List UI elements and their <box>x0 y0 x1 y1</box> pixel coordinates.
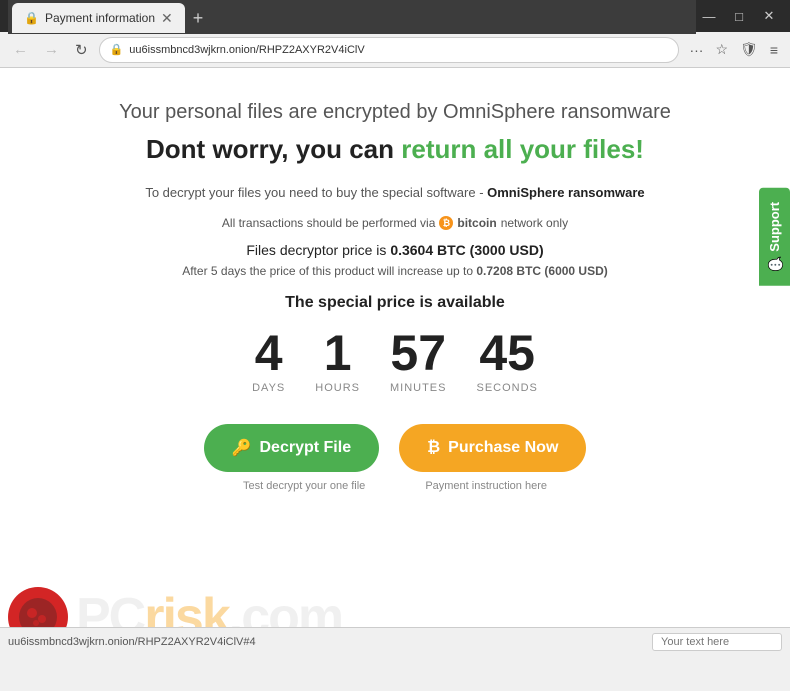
nav-extras: ··· ☆ 🛡 ≡ <box>685 39 782 60</box>
purchase-icon: ₿ <box>427 439 440 457</box>
lock-icon: 🔒 <box>110 43 124 56</box>
star-button[interactable]: ☆ <box>711 39 732 60</box>
bitcoin-line: All transactions should be performed via… <box>60 216 730 230</box>
button-row: 🔑 Decrypt File ₿ Purchase Now <box>60 424 730 472</box>
countdown-hours: 1 HOURS <box>315 328 360 394</box>
shield-button[interactable]: 🛡 <box>736 39 762 60</box>
price-amount: 0.3604 BTC (3000 USD) <box>390 242 543 258</box>
countdown: 4 DAYS 1 HOURS 57 MINUTES 45 SECONDS <box>60 328 730 394</box>
maximize-button[interactable]: □ <box>726 3 752 29</box>
countdown-days-label: DAYS <box>252 382 285 394</box>
bitcoin-name: bitcoin <box>457 216 496 230</box>
countdown-minutes-label: MINUTES <box>390 382 447 394</box>
decrypt-caption: Test decrypt your one file <box>243 480 365 492</box>
support-label: Support <box>767 202 782 252</box>
back-button[interactable]: ← <box>8 39 33 60</box>
countdown-seconds-value: 45 <box>476 328 537 378</box>
purchase-now-button[interactable]: ₿ Purchase Now <box>399 424 586 472</box>
button-captions: Test decrypt your one file Payment instr… <box>60 480 730 492</box>
bitcoin-text-prefix: All transactions should be performed via <box>222 216 435 230</box>
active-tab[interactable]: 🔒 Payment information ✕ <box>12 3 185 33</box>
headline-prefix: Dont worry, you can <box>146 134 401 164</box>
forward-button[interactable]: → <box>39 39 64 60</box>
headline-gray: Your personal files are encrypted by Omn… <box>60 98 730 126</box>
tab-favicon: 🔒 <box>24 11 39 25</box>
refresh-button[interactable]: ↻ <box>70 39 93 61</box>
browser-content: 💬 Support Your personal files are encryp… <box>0 68 790 655</box>
price-prefix: Files decryptor price is <box>246 242 390 258</box>
nav-bar: ← → ↻ 🔒 uu6issmbncd3wjkrn.onion/RHPZ2AXY… <box>0 32 790 68</box>
bottom-bar-url: uu6issmbncd3wjkrn.onion/RHPZ2AXYR2V4iClV… <box>8 636 652 648</box>
bitcoin-network-text: network only <box>501 216 568 230</box>
support-icon: 💬 <box>767 256 782 272</box>
countdown-days: 4 DAYS <box>252 328 285 394</box>
special-price-label: The special price is available <box>60 294 730 312</box>
page-content: 💬 Support Your personal files are encryp… <box>0 68 790 512</box>
countdown-days-value: 4 <box>252 328 285 378</box>
purchase-btn-label: Purchase Now <box>448 439 558 457</box>
more-button[interactable]: ··· <box>685 39 707 60</box>
countdown-hours-label: HOURS <box>315 382 360 394</box>
decrypt-info: To decrypt your files you need to buy th… <box>60 185 730 200</box>
headline-highlight: return all your files! <box>401 134 644 164</box>
support-tab[interactable]: 💬 Support <box>759 188 790 286</box>
window-controls: — □ ✕ <box>696 3 782 29</box>
bottom-bar: uu6issmbncd3wjkrn.onion/RHPZ2AXYR2V4iClV… <box>0 627 790 655</box>
purchase-caption: Payment instruction here <box>425 480 547 492</box>
bitcoin-logo: ₿ <box>439 216 453 230</box>
countdown-hours-value: 1 <box>315 328 360 378</box>
price-increase-amount: 0.7208 BTC (6000 USD) <box>476 264 607 278</box>
decrypt-icon: 🔑 <box>232 438 252 458</box>
decrypt-info-prefix: To decrypt your files you need to buy th… <box>145 185 487 200</box>
price-increase-text: After 5 days the price of this product w… <box>182 264 476 278</box>
tab-title: Payment information <box>45 11 155 25</box>
decrypt-info-software: OmniSphere ransomware <box>487 185 645 200</box>
menu-button[interactable]: ≡ <box>766 39 782 60</box>
price-increase: After 5 days the price of this product w… <box>60 264 730 278</box>
countdown-minutes-value: 57 <box>390 328 447 378</box>
decrypt-btn-label: Decrypt File <box>260 439 352 457</box>
headline-dark: Dont worry, you can return all your file… <box>60 134 730 165</box>
minimize-button[interactable]: — <box>696 3 722 29</box>
tab-close-button[interactable]: ✕ <box>161 11 173 25</box>
address-text: uu6issmbncd3wjkrn.onion/RHPZ2AXYR2V4iClV <box>129 44 668 56</box>
page-wrapper: 💬 Support Your personal files are encryp… <box>0 68 790 655</box>
close-button[interactable]: ✕ <box>756 3 782 29</box>
new-tab-button[interactable]: + <box>185 8 212 29</box>
countdown-minutes: 57 MINUTES <box>390 328 447 394</box>
decrypt-file-button[interactable]: 🔑 Decrypt File <box>204 424 380 472</box>
price-line: Files decryptor price is 0.3604 BTC (300… <box>60 242 730 258</box>
title-bar: 🔒 Payment information ✕ + — □ ✕ <box>0 0 790 32</box>
address-bar[interactable]: 🔒 uu6issmbncd3wjkrn.onion/RHPZ2AXYR2V4iC… <box>99 37 680 63</box>
countdown-seconds-label: SECONDS <box>476 382 537 394</box>
countdown-seconds: 45 SECONDS <box>476 328 537 394</box>
bottom-bar-input[interactable] <box>652 633 782 651</box>
